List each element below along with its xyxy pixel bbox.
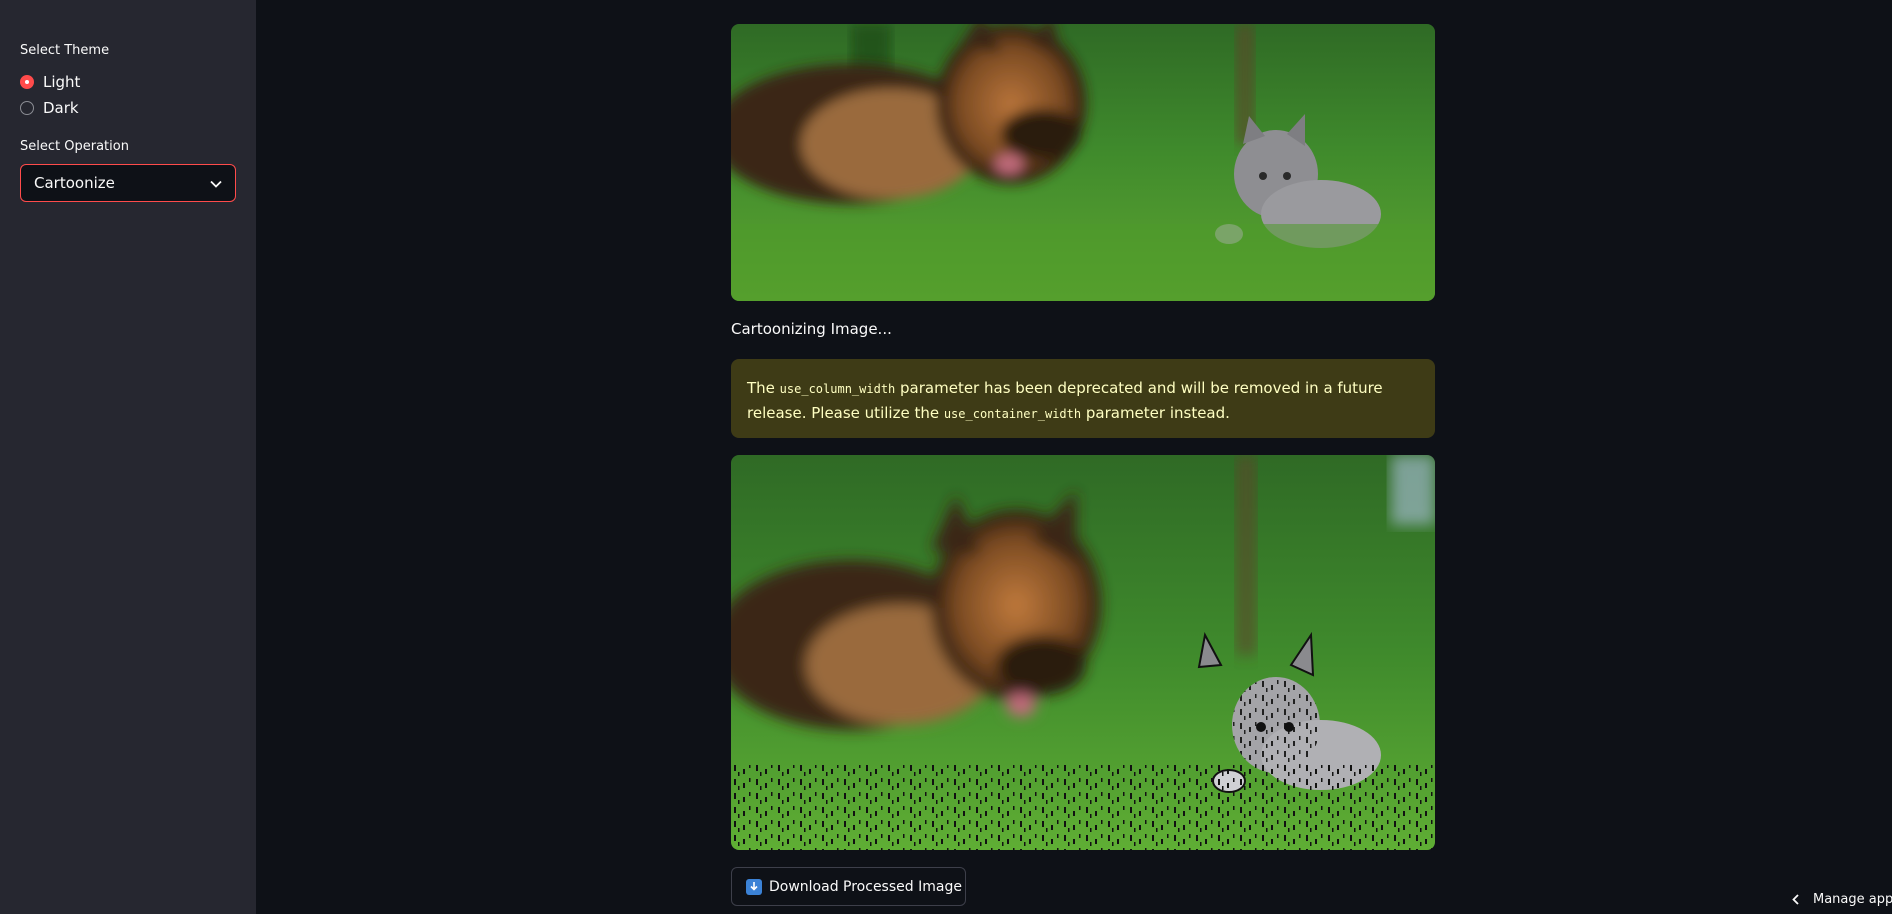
theme-radio-dark[interactable]: Dark xyxy=(20,99,79,117)
theme-label: Select Theme xyxy=(20,43,110,58)
download-arrow-icon xyxy=(746,878,762,895)
warning-text-1: The xyxy=(747,379,780,397)
sidebar: Select Theme Light Dark Select Operation… xyxy=(0,0,256,914)
original-image xyxy=(731,24,1435,301)
operation-select-value: Cartoonize xyxy=(34,174,115,192)
warning-code-1: use_column_width xyxy=(779,382,896,396)
warning-text-3: parameter instead. xyxy=(1081,404,1230,422)
operation-select[interactable]: Cartoonize xyxy=(20,164,236,202)
deprecation-warning: The use_column_width parameter has been … xyxy=(731,359,1435,438)
radio-unselected-icon xyxy=(20,101,34,115)
processed-image xyxy=(731,455,1435,850)
manage-app-label: Manage app xyxy=(1813,892,1892,907)
theme-radio-light[interactable]: Light xyxy=(20,73,80,91)
download-button[interactable]: Download Processed Image xyxy=(731,867,966,906)
radio-selected-icon xyxy=(20,75,34,89)
status-text: Cartoonizing Image... xyxy=(731,320,892,338)
theme-option-dark-label: Dark xyxy=(43,99,79,117)
download-button-label: Download Processed Image xyxy=(769,878,962,895)
warning-code-2: use_container_width xyxy=(943,407,1082,421)
operation-label: Select Operation xyxy=(20,139,129,154)
theme-option-light-label: Light xyxy=(43,73,81,91)
manage-app-button[interactable]: Manage app xyxy=(1792,892,1892,907)
chevron-down-icon xyxy=(210,174,222,192)
chevron-left-icon xyxy=(1792,894,1799,905)
